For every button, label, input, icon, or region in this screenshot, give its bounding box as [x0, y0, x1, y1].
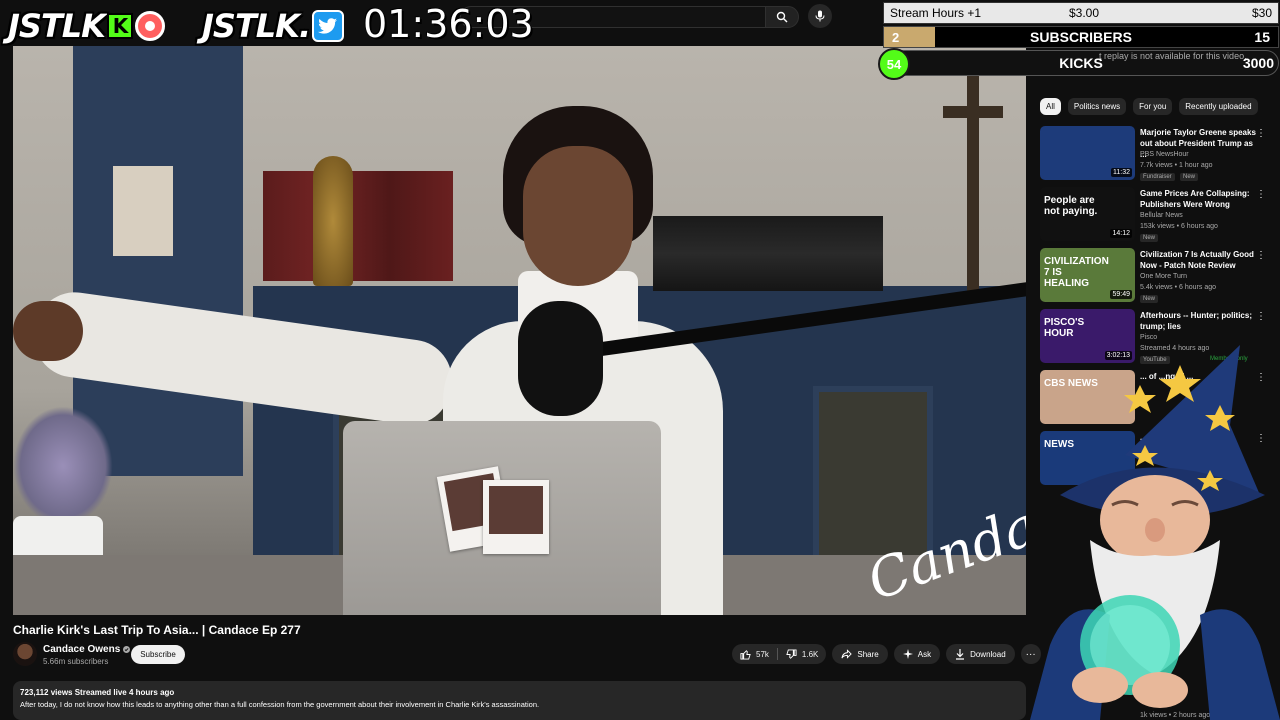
more-options-icon[interactable]: ⋮	[1256, 250, 1266, 261]
stream-goals: Stream Hours +1 $3.00 $30 2 SUBSCRIBERS …	[878, 2, 1279, 80]
recommendation-meta: 153k views • 6 hours ago	[1140, 223, 1218, 230]
brand-text: JSTLK	[202, 7, 300, 45]
recommendation-meta: 7.7k views • 1 hour ago	[1140, 162, 1213, 169]
dislike-count: 1.6K	[801, 649, 819, 659]
goal-label: Stream Hours +1	[890, 6, 982, 20]
search-icon	[776, 11, 788, 23]
voice-search-button[interactable]	[808, 4, 832, 28]
goal-label: KICKS	[1059, 55, 1103, 71]
recommendation-title[interactable]: Civilization 7 Is Actually Good Now - Pa…	[1140, 249, 1258, 271]
like-dislike-group: 57k 1.6K	[732, 644, 827, 664]
list-item[interactable]: 11:32 Marjorie Taylor Greene speaks out a…	[1040, 126, 1280, 182]
chip-recently-uploaded[interactable]: Recently uploaded	[1179, 98, 1258, 115]
video-duration: 11:32	[1111, 168, 1132, 177]
record-icon	[134, 11, 165, 41]
subscribe-button[interactable]: Subscribe	[131, 645, 185, 664]
video-description-box[interactable]: 723,112 views Streamed live 4 hours ago …	[13, 681, 1026, 720]
more-options-icon[interactable]: ⋮	[1256, 128, 1266, 139]
twitter-icon	[312, 10, 345, 42]
subscriber-count: 5.66m subscribers	[43, 657, 109, 666]
recommendation-channel[interactable]: PBS NewsHour	[1140, 151, 1189, 158]
video-duration: 14:12	[1110, 229, 1132, 238]
video-thumbnail[interactable]: People are not paying. 14:12	[1040, 187, 1135, 241]
microphone-icon	[815, 10, 825, 22]
wizard-mascot	[1030, 345, 1280, 720]
brand-logo-twitter: JSTLK.	[202, 6, 345, 46]
goal-label: SUBSCRIBERS	[1030, 29, 1132, 45]
like-button[interactable]: 57k	[732, 644, 777, 664]
recommendation-channel[interactable]: One More Turn	[1140, 273, 1187, 280]
share-icon	[841, 649, 853, 659]
thumbnail-text: People are not paying.	[1044, 195, 1098, 217]
status-badge: New	[1140, 295, 1159, 303]
recommendation-meta: 5.4k views • 6 hours ago	[1140, 284, 1216, 291]
brand-logo-kick: JSTLK K	[8, 6, 165, 46]
chip-all[interactable]: All	[1040, 98, 1061, 115]
sparkle-icon	[902, 649, 913, 659]
search-button[interactable]	[765, 6, 799, 28]
download-button[interactable]: Download	[946, 644, 1015, 664]
recommendation-title[interactable]: Afterhours -- Hunter; politics; trump; l…	[1140, 310, 1258, 332]
goal-target: 15	[1254, 29, 1270, 45]
lavender-plant	[13, 406, 113, 526]
avatar[interactable]	[13, 642, 37, 666]
recommendation-title[interactable]: Game Prices Are Collapsing: Publishers W…	[1140, 188, 1258, 210]
like-count: 57k	[756, 649, 769, 659]
status-badge: Fundraiser	[1140, 173, 1175, 181]
polaroid-photo	[483, 480, 549, 554]
person-hand	[13, 301, 83, 361]
chip-for-you[interactable]: For you	[1133, 98, 1173, 115]
chip-politics-news[interactable]: Politics news	[1067, 98, 1127, 115]
thumbs-down-icon	[786, 648, 797, 659]
share-label: Share	[857, 649, 879, 659]
red-books	[263, 171, 453, 281]
ask-button[interactable]: Ask	[893, 644, 941, 664]
thumbnail-text: CIVILIZATION 7 IS HEALING	[1044, 256, 1109, 289]
books	[113, 166, 173, 256]
goal-amount: $3.00	[1069, 6, 1100, 20]
video-player[interactable]: Candace	[13, 46, 1026, 615]
thumbs-up-icon	[740, 649, 751, 660]
video-thumbnail[interactable]: CIVILIZATION 7 IS HEALING 59:49	[1040, 248, 1135, 302]
video-description: After today, I do not know how this lead…	[20, 700, 540, 709]
microphone	[518, 301, 603, 416]
ask-label: Ask	[917, 649, 932, 659]
download-icon	[956, 648, 965, 660]
dislike-button[interactable]: 1.6K	[778, 644, 826, 664]
video-title: Charlie Kirk's Last Trip To Asia... | Ca…	[13, 623, 301, 637]
thumbnail-text: PISCO'S HOUR	[1044, 317, 1085, 339]
screen: Candace JSTLK K JSTLK. 01:36:03 Stream H…	[0, 0, 1280, 720]
share-button[interactable]: Share	[832, 644, 888, 664]
video-view-meta: 723,112 views Streamed live 4 hours ago	[20, 688, 175, 697]
video-thumbnail[interactable]: 11:32	[1040, 126, 1135, 180]
verified-icon	[123, 646, 131, 653]
download-label: Download	[970, 649, 1006, 659]
gold-ornament	[313, 156, 353, 286]
goal-target: $30	[1251, 6, 1272, 20]
list-item[interactable]: CIVILIZATION 7 IS HEALING 59:49 Civilizati…	[1040, 248, 1280, 304]
list-item[interactable]: People are not paying. 14:12 Game Prices A…	[1040, 187, 1280, 243]
status-badge: New	[1180, 173, 1199, 181]
kicks-goal: t replay is not available for this video…	[878, 48, 1279, 80]
channel-name[interactable]: Candace Owens	[43, 644, 131, 655]
crucifix-icon	[943, 66, 1003, 296]
brand-dot: .	[298, 7, 311, 45]
channel-name-text: Candace Owens	[43, 644, 121, 655]
recommendation-channel[interactable]: Bellular News	[1140, 212, 1183, 219]
video-actions: 57k 1.6K Share Ask Download ···	[732, 644, 1041, 664]
status-badge: New	[1140, 234, 1159, 242]
stream-timer: 01:36:03	[363, 2, 534, 46]
filter-chips: All Politics news For you Recently uploa…	[1040, 98, 1258, 115]
more-options-icon[interactable]: ⋮	[1256, 311, 1266, 322]
goal-target: 3000	[1242, 55, 1274, 71]
recommendation-channel[interactable]: Pisco	[1140, 334, 1157, 341]
brand-text: JSTLK	[8, 7, 106, 45]
subscribers-goal: 2 SUBSCRIBERS 15	[883, 26, 1279, 48]
person-face	[523, 146, 633, 286]
more-options-icon[interactable]: ⋮	[1256, 189, 1266, 200]
stream-hours-goal: Stream Hours +1 $3.00 $30	[883, 2, 1279, 24]
video-duration: 59:49	[1110, 290, 1132, 299]
kick-icon: K	[106, 13, 133, 39]
